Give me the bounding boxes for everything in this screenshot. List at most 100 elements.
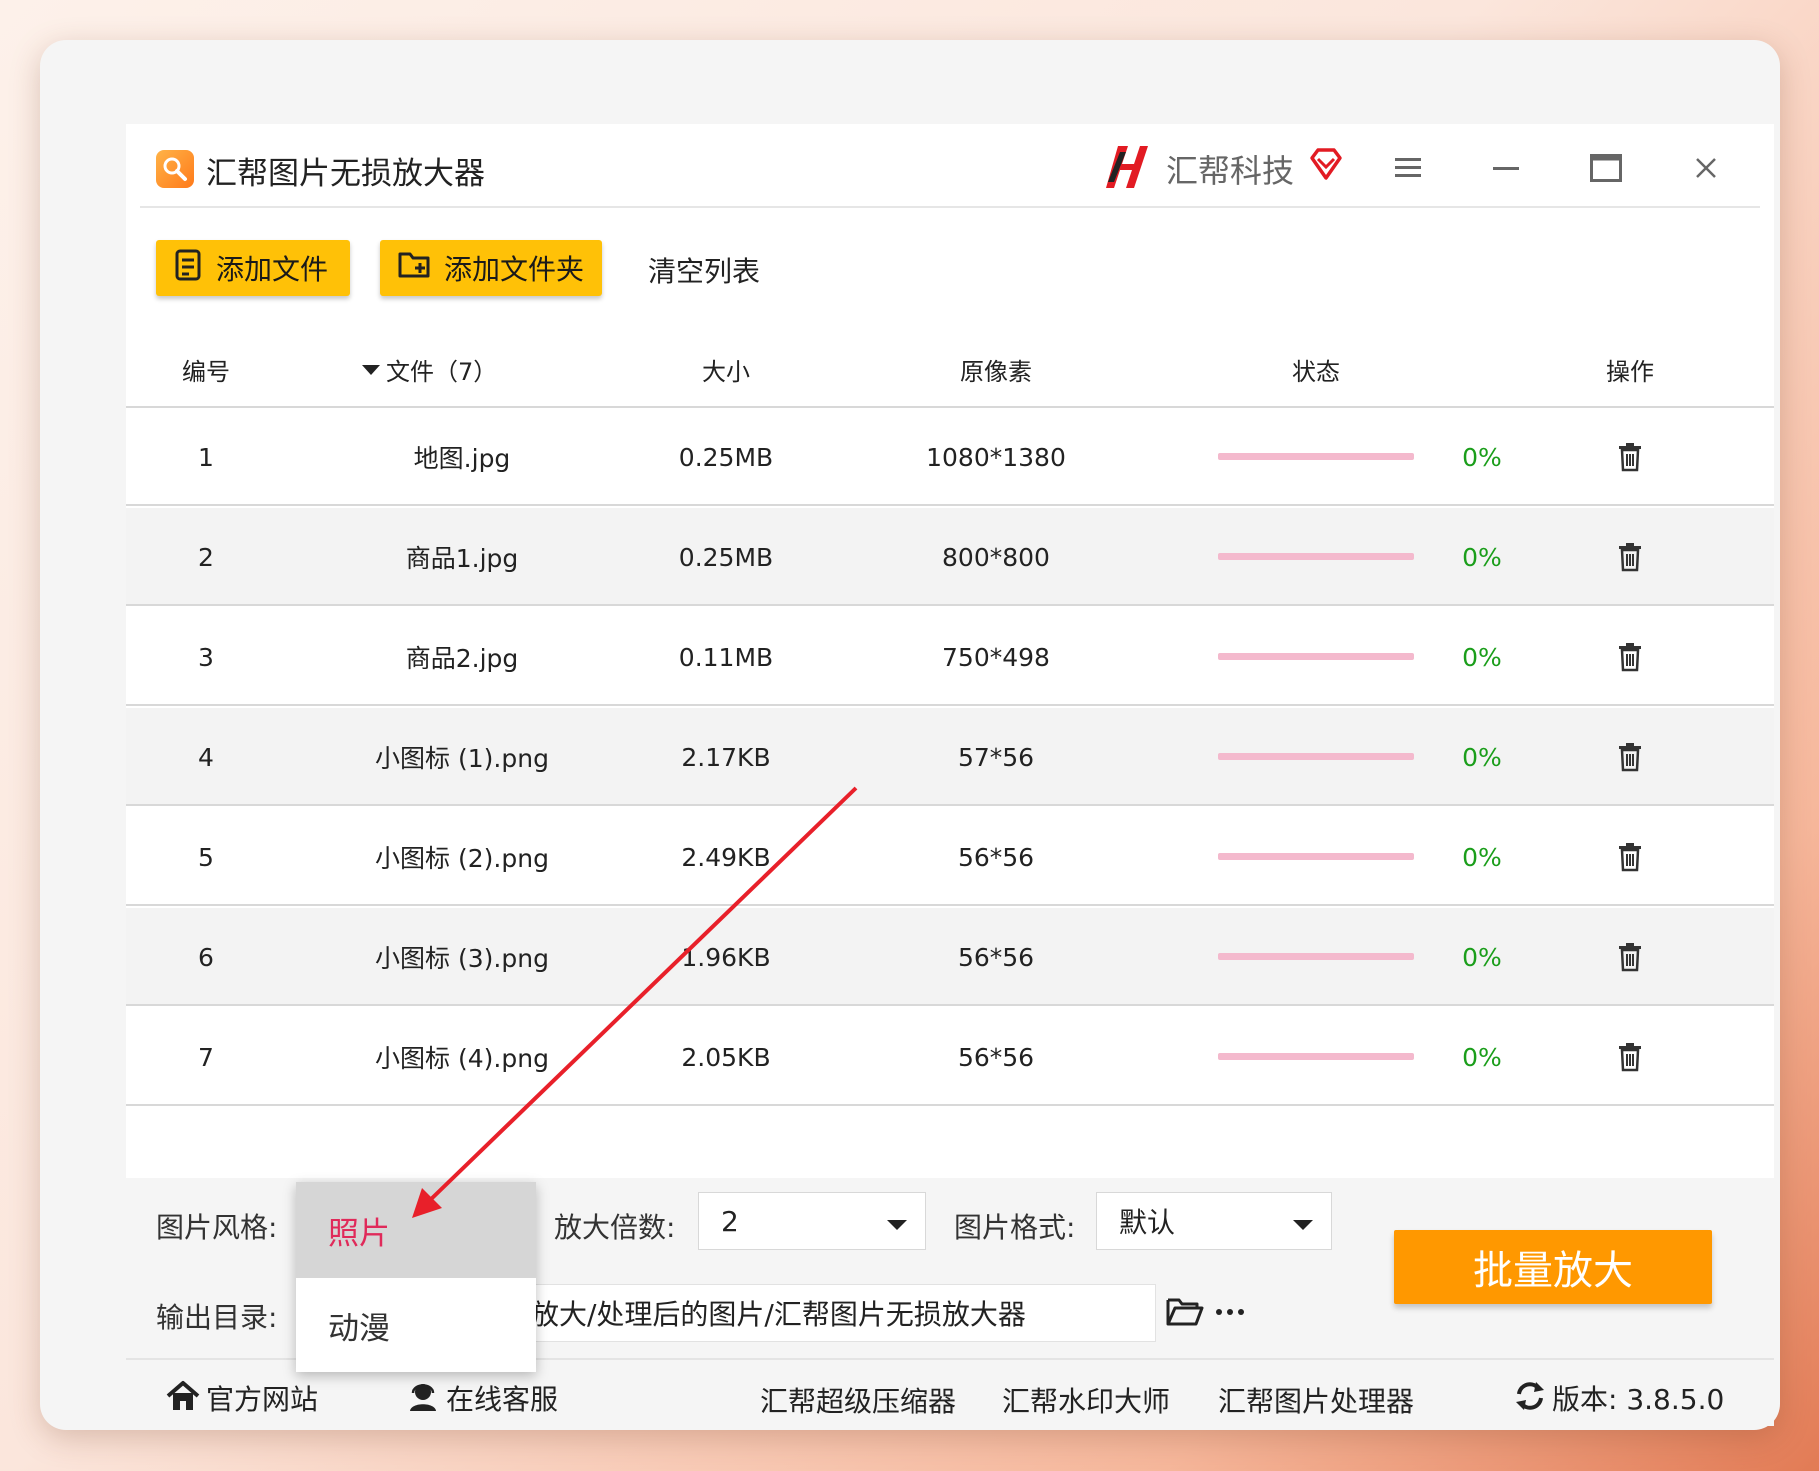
row-size: 0.11MB xyxy=(678,642,774,672)
row-percent: 0% xyxy=(1462,442,1502,472)
sort-down-icon xyxy=(362,364,380,375)
folder-plus-icon xyxy=(398,250,432,287)
row-pixels: 56*56 xyxy=(957,842,1035,872)
row-file: 商品1.jpg xyxy=(405,544,519,573)
style-label: 图片风格: xyxy=(156,1211,278,1244)
table-row[interactable]: 4 小图标 (1).png 2.17KB 57*56 0% xyxy=(126,708,1774,806)
row-index: 4 xyxy=(198,742,214,772)
row-pixels: 57*56 xyxy=(957,742,1035,772)
progress-bar xyxy=(1218,553,1414,560)
chevron-down-icon xyxy=(1293,1220,1313,1230)
menu-icon[interactable] xyxy=(1388,148,1428,188)
row-file: 地图.jpg xyxy=(413,444,511,473)
row-index: 7 xyxy=(198,1042,214,1072)
progress-bar xyxy=(1218,653,1414,660)
trash-icon[interactable] xyxy=(1600,708,1660,806)
row-size: 2.17KB xyxy=(681,742,771,772)
progress-bar xyxy=(1218,953,1414,960)
app-window: 汇帮图片无损放大器 汇帮科技 添加文件 添加文件夹 清空列表 编号 文件（7） … xyxy=(126,124,1774,1426)
row-file: 小图标 (3).png xyxy=(375,944,549,973)
magnifier-icon xyxy=(156,150,194,188)
row-file: 商品2.jpg xyxy=(405,644,519,673)
progress-bar xyxy=(1218,853,1414,860)
header-pixels: 原像素 xyxy=(960,358,1032,386)
link-compressor[interactable]: 汇帮超级压缩器 xyxy=(760,1380,956,1420)
brand-name: 汇帮科技 xyxy=(1166,152,1295,190)
style-option-photo[interactable]: 照片 xyxy=(296,1182,536,1278)
progress-bar xyxy=(1218,453,1414,460)
row-file: 小图标 (1).png xyxy=(375,744,549,773)
chevron-down-icon xyxy=(887,1220,907,1230)
website-link[interactable]: 官方网站 xyxy=(166,1378,318,1418)
huibang-logo xyxy=(1104,142,1150,192)
row-size: 2.49KB xyxy=(681,842,771,872)
file-table-body: 1 地图.jpg 0.25MB 1080*1380 0% 2 商品1.jpg 0… xyxy=(126,408,1774,1108)
row-percent: 0% xyxy=(1462,542,1502,572)
header-action: 操作 xyxy=(1606,358,1654,386)
support-link[interactable]: 在线客服 xyxy=(406,1378,558,1418)
app-card: 汇帮图片无损放大器 汇帮科技 添加文件 添加文件夹 清空列表 编号 文件（7） … xyxy=(40,40,1780,1430)
row-percent: 0% xyxy=(1462,1042,1502,1072)
scale-label: 放大倍数: xyxy=(554,1211,676,1244)
header-file[interactable]: 文件（7） xyxy=(362,352,512,387)
file-list-icon xyxy=(174,249,204,288)
row-index: 5 xyxy=(198,842,214,872)
table-row[interactable]: 1 地图.jpg 0.25MB 1080*1380 0% xyxy=(126,408,1774,506)
trash-icon[interactable] xyxy=(1600,808,1660,906)
folder-open-icon[interactable] xyxy=(1166,1294,1206,1330)
trash-icon[interactable] xyxy=(1600,1008,1660,1106)
support-label: 在线客服 xyxy=(446,1383,559,1416)
refresh-icon xyxy=(1514,1380,1546,1416)
add-file-label: 添加文件 xyxy=(216,253,329,286)
row-size: 1.96KB xyxy=(681,942,771,972)
row-percent: 0% xyxy=(1462,842,1502,872)
trash-icon[interactable] xyxy=(1600,408,1660,506)
output-path-field[interactable]: 放大/处理后的图片/汇帮图片无损放大器 xyxy=(526,1284,1156,1342)
row-pixels: 56*56 xyxy=(957,942,1035,972)
row-file: 小图标 (2).png xyxy=(375,844,549,873)
row-percent: 0% xyxy=(1462,642,1502,672)
link-watermark[interactable]: 汇帮水印大师 xyxy=(1002,1380,1170,1420)
row-index: 6 xyxy=(198,942,214,972)
table-row[interactable]: 6 小图标 (3).png 1.96KB 56*56 0% xyxy=(126,908,1774,1006)
more-icon[interactable] xyxy=(1216,1294,1256,1330)
format-select[interactable]: 默认 xyxy=(1096,1192,1332,1250)
table-row[interactable]: 2 商品1.jpg 0.25MB 800*800 0% xyxy=(126,508,1774,606)
add-file-button[interactable]: 添加文件 xyxy=(156,240,350,296)
table-row[interactable]: 3 商品2.jpg 0.11MB 750*498 0% xyxy=(126,608,1774,706)
clear-list-button[interactable]: 清空列表 xyxy=(648,250,760,290)
header-file-label: 文件（7） xyxy=(386,358,498,386)
row-size: 0.25MB xyxy=(678,542,774,572)
table-row[interactable]: 7 小图标 (4).png 2.05KB 56*56 0% xyxy=(126,1008,1774,1106)
minimize-icon[interactable] xyxy=(1486,148,1526,188)
style-option-anime[interactable]: 动漫 xyxy=(296,1278,536,1372)
website-label: 官方网站 xyxy=(206,1383,319,1416)
format-label: 图片格式: xyxy=(954,1211,1076,1244)
app-title: 汇帮图片无损放大器 xyxy=(206,156,485,192)
style-dropdown[interactable]: 照片 动漫 xyxy=(296,1182,536,1372)
version-label: 版本: 3.8.5.0 xyxy=(1552,1383,1725,1416)
diamond-icon[interactable] xyxy=(1306,144,1346,184)
add-folder-button[interactable]: 添加文件夹 xyxy=(380,240,602,296)
row-pixels: 750*498 xyxy=(942,642,1050,672)
title-divider xyxy=(140,206,1760,208)
output-label: 输出目录: xyxy=(156,1301,278,1334)
row-index: 2 xyxy=(198,542,214,572)
row-percent: 0% xyxy=(1462,942,1502,972)
home-icon xyxy=(166,1380,200,1416)
link-image-processor[interactable]: 汇帮图片处理器 xyxy=(1218,1380,1414,1420)
batch-enlarge-button[interactable]: 批量放大 xyxy=(1394,1230,1712,1304)
maximize-icon[interactable] xyxy=(1586,148,1626,188)
row-pixels: 1080*1380 xyxy=(926,442,1066,472)
output-path-value: 放大/处理后的图片/汇帮图片无损放大器 xyxy=(531,1298,1026,1331)
version-info[interactable]: 版本: 3.8.5.0 xyxy=(1514,1378,1724,1418)
row-percent: 0% xyxy=(1462,742,1502,772)
headset-icon xyxy=(406,1380,440,1416)
scale-select[interactable]: 2 xyxy=(698,1192,926,1250)
trash-icon[interactable] xyxy=(1600,908,1660,1006)
close-icon[interactable] xyxy=(1686,148,1726,188)
trash-icon[interactable] xyxy=(1600,608,1660,706)
scale-value: 2 xyxy=(721,1204,739,1238)
trash-icon[interactable] xyxy=(1600,508,1660,606)
table-row[interactable]: 5 小图标 (2).png 2.49KB 56*56 0% xyxy=(126,808,1774,906)
